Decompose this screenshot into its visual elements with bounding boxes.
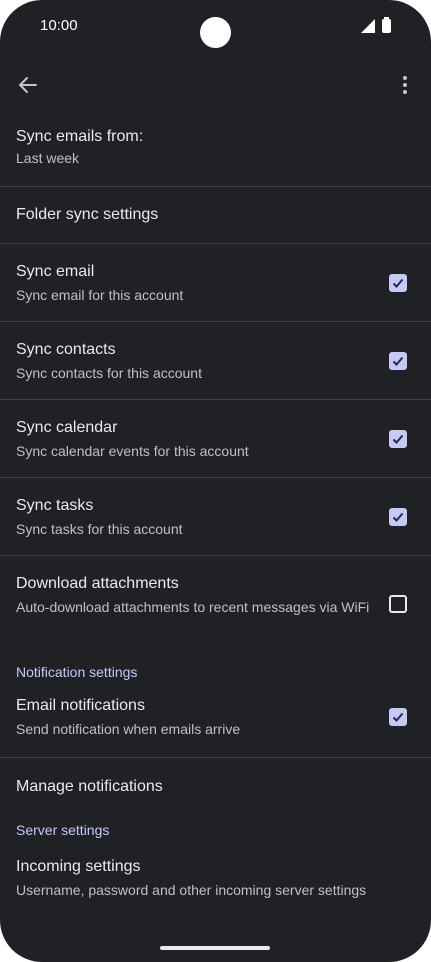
sync-tasks-title: Sync tasks	[16, 497, 94, 514]
status-time: 10:00	[40, 17, 78, 34]
server-settings-section: Server settings	[0, 816, 431, 848]
sync-tasks-subtitle: Sync tasks for this account	[16, 521, 183, 537]
email-notifications-subtitle: Send notification when emails arrive	[16, 721, 241, 737]
sync-calendar-title: Sync calendar	[16, 419, 118, 436]
sync-contacts-item[interactable]: Sync contacts Sync contacts for this acc…	[0, 322, 431, 400]
sync-tasks-checkbox[interactable]	[389, 508, 407, 526]
back-arrow-icon[interactable]	[14, 72, 42, 98]
checkmark-icon	[392, 278, 404, 288]
sync-contacts-title: Sync contacts	[16, 341, 116, 358]
folder-sync-settings-title: Folder sync settings	[16, 206, 159, 223]
checkmark-icon	[392, 356, 404, 366]
more-options-icon[interactable]	[392, 72, 418, 98]
checkmark-icon	[392, 434, 404, 444]
notification-settings-section: Notification settings	[0, 656, 431, 688]
incoming-settings-title: Incoming settings	[16, 858, 141, 875]
camera-cutout	[200, 17, 231, 48]
manage-notifications-item[interactable]: Manage notifications	[0, 758, 431, 816]
incoming-settings-item[interactable]: Incoming settings Username, password and…	[0, 848, 431, 912]
battery-icon	[382, 17, 391, 33]
phone-screen: 10:00 Sync emails from: Last week Folder…	[0, 0, 431, 962]
checkmark-icon	[392, 512, 404, 522]
download-attachments-checkbox[interactable]	[389, 595, 407, 613]
sync-emails-from-title: Sync emails from:	[16, 128, 144, 145]
email-notifications-checkbox[interactable]	[389, 708, 407, 726]
signal-icon	[361, 19, 375, 33]
download-attachments-subtitle: Auto-download attachments to recent mess…	[16, 599, 370, 615]
sync-contacts-checkbox[interactable]	[389, 352, 407, 370]
sync-emails-from-item[interactable]: Sync emails from: Last week	[0, 108, 431, 187]
incoming-settings-subtitle: Username, password and other incoming se…	[16, 882, 367, 898]
sync-contacts-subtitle: Sync contacts for this account	[16, 365, 202, 381]
download-attachments-item[interactable]: Download attachments Auto-download attac…	[0, 556, 431, 656]
server-settings-header: Server settings	[16, 822, 110, 838]
manage-notifications-title: Manage notifications	[16, 778, 163, 795]
sync-calendar-checkbox[interactable]	[389, 430, 407, 448]
sync-emails-from-value: Last week	[16, 150, 80, 166]
sync-email-subtitle: Sync email for this account	[16, 287, 184, 303]
gesture-nav-bar[interactable]	[160, 946, 270, 950]
folder-sync-settings-item[interactable]: Folder sync settings	[0, 187, 431, 244]
app-bar	[0, 62, 431, 108]
status-bar: 10:00	[0, 0, 431, 52]
download-attachments-title: Download attachments	[16, 575, 179, 592]
email-notifications-item[interactable]: Email notifications Send notification wh…	[0, 688, 431, 758]
sync-email-item[interactable]: Sync email Sync email for this account	[0, 244, 431, 322]
checkmark-icon	[392, 712, 404, 722]
sync-email-title: Sync email	[16, 263, 95, 280]
sync-tasks-item[interactable]: Sync tasks Sync tasks for this account	[0, 478, 431, 556]
sync-calendar-item[interactable]: Sync calendar Sync calendar events for t…	[0, 400, 431, 478]
sync-calendar-subtitle: Sync calendar events for this account	[16, 443, 249, 459]
email-notifications-title: Email notifications	[16, 697, 145, 714]
settings-list: Sync emails from: Last week Folder sync …	[0, 108, 431, 912]
notification-settings-header: Notification settings	[16, 664, 138, 680]
sync-email-checkbox[interactable]	[389, 274, 407, 292]
